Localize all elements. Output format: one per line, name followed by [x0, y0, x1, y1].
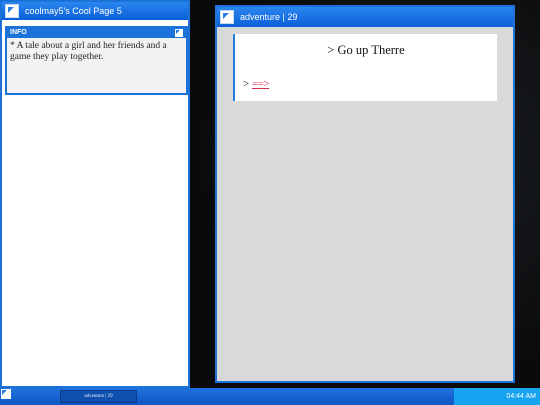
- profile-window-titlebar[interactable]: coolmay5's Cool Page 5: [2, 2, 188, 20]
- start-icon[interactable]: [1, 389, 11, 399]
- info-panel-header: INFO: [7, 28, 186, 38]
- taskbar-item-adventure[interactable]: adventure | 29: [60, 390, 137, 403]
- story-page: > Go up Therre > ==>: [233, 34, 497, 101]
- taskbar: adventure | 29 04:44 AM: [0, 388, 540, 405]
- adventure-window: adventure | 29 > Go up Therre > ==>: [215, 5, 515, 383]
- system-clock: 04:44 AM: [454, 388, 540, 405]
- window-app-icon: [220, 10, 234, 24]
- info-heading: INFO: [10, 29, 27, 36]
- page-command-title: > Go up Therre: [327, 43, 405, 57]
- profile-window: coolmay5's Cool Page 5 INFO * A tale abo…: [0, 0, 190, 388]
- next-prefix: >: [243, 78, 250, 90]
- adventure-window-titlebar[interactable]: adventure | 29: [217, 7, 513, 27]
- next-page-line: > ==>: [243, 78, 270, 90]
- profile-window-title: coolmay5's Cool Page 5: [25, 6, 122, 16]
- adventure-window-title: adventure | 29: [240, 12, 298, 22]
- info-panel-icon[interactable]: [175, 29, 183, 37]
- info-panel: INFO * A tale about a girl and her frien…: [5, 26, 188, 95]
- info-description: * A tale about a girl and her friends an…: [10, 41, 167, 62]
- next-page-link[interactable]: ==>: [252, 78, 270, 90]
- window-app-icon: [5, 4, 19, 18]
